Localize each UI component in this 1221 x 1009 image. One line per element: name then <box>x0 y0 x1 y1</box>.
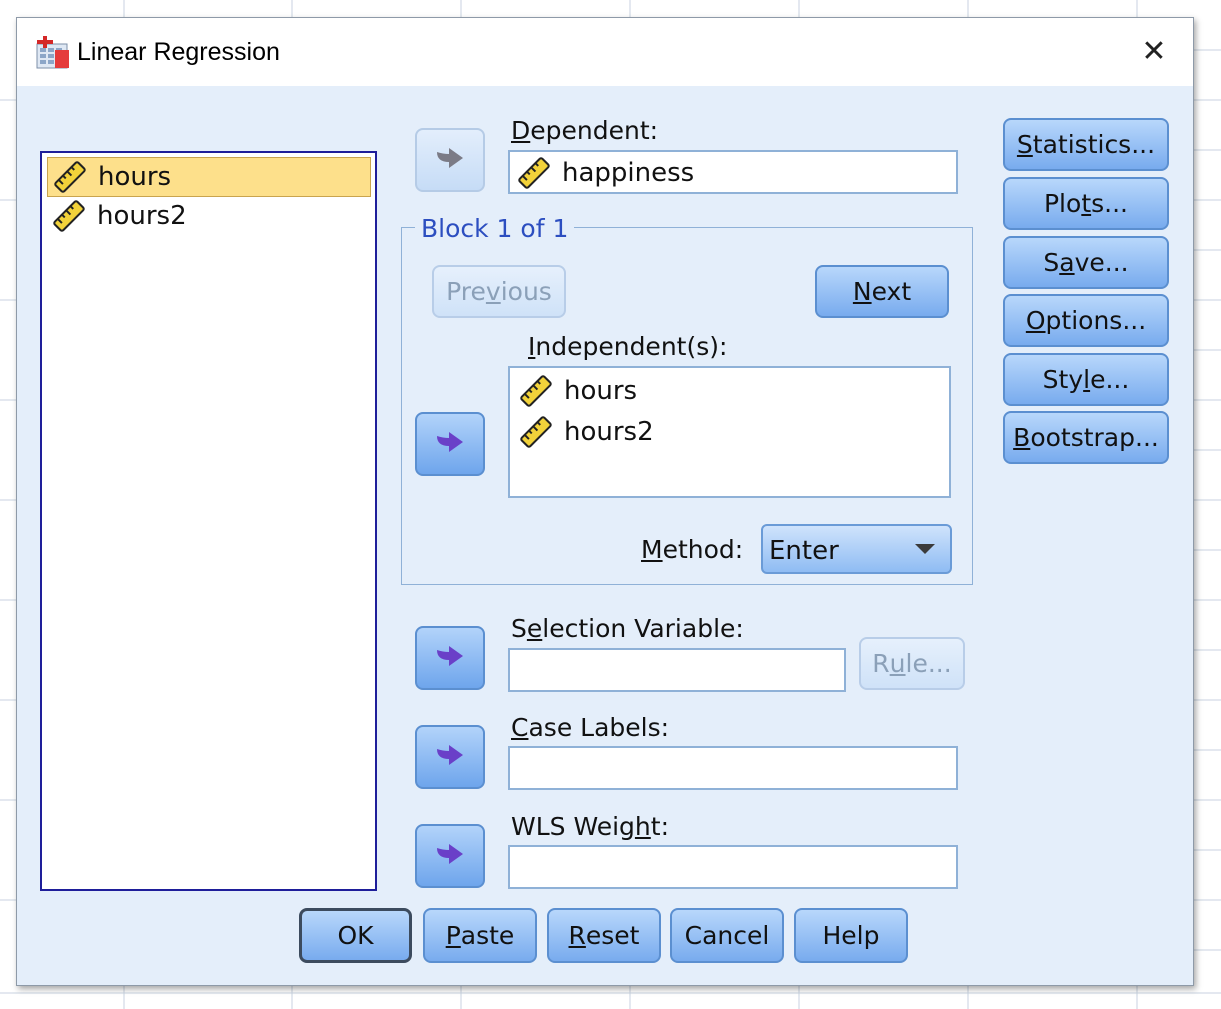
case-labels-label: Case Labels: <box>511 713 670 742</box>
list-item-label: hours2 <box>97 201 187 231</box>
title-bar[interactable]: Linear Regression ✕ <box>17 18 1193 86</box>
save-button[interactable]: Sa ve... <box>1003 236 1169 289</box>
move-to-selection-variable-button[interactable] <box>415 626 485 690</box>
method-label: Method: <box>641 535 744 564</box>
selection-variable-label: Selection Variable: <box>511 614 744 643</box>
method-value: Enter <box>769 536 839 566</box>
help-button[interactable]: Help <box>794 908 908 963</box>
dependent-field[interactable]: happiness <box>508 150 958 194</box>
ruler-scale-icon <box>520 375 552 407</box>
list-item-label: hours2 <box>564 417 654 447</box>
arrow-right-icon <box>437 745 463 765</box>
chevron-down-icon <box>915 544 935 554</box>
wls-weight-label: WLS Weight: <box>511 812 670 841</box>
arrow-right-icon <box>437 432 463 452</box>
dependent-label: Dependent: <box>511 116 659 145</box>
dependent-variable: happiness <box>516 154 694 192</box>
list-item[interactable]: hours <box>47 157 371 197</box>
cancel-button[interactable]: Cancel <box>670 908 784 963</box>
plots-button[interactable]: Plo t s... <box>1003 177 1169 230</box>
reset-button[interactable]: Reset <box>547 908 661 963</box>
arrow-right-icon <box>437 844 463 864</box>
next-button[interactable]: Next <box>815 265 949 318</box>
block-legend: Block 1 of 1 <box>415 214 575 243</box>
case-labels-field[interactable] <box>508 746 958 790</box>
statistics-button[interactable]: Statistics... <box>1003 118 1169 171</box>
dialog-title: Linear Regression <box>77 38 280 66</box>
ok-button[interactable]: OK <box>299 908 412 963</box>
close-button[interactable]: ✕ <box>1135 36 1173 68</box>
move-to-dependent-button[interactable] <box>415 128 485 192</box>
list-item[interactable]: hours2 <box>518 413 654 451</box>
selection-variable-field[interactable] <box>508 648 846 692</box>
independents-list[interactable]: hours hours2 <box>508 366 951 498</box>
move-to-case-labels-button[interactable] <box>415 725 485 789</box>
arrow-right-icon <box>437 646 463 666</box>
list-item-label: hours <box>564 376 638 406</box>
previous-button[interactable]: Pre v ious <box>432 265 566 318</box>
wls-weight-field[interactable] <box>508 845 958 889</box>
arrow-right-icon <box>437 148 463 168</box>
ruler-scale-icon <box>54 161 86 193</box>
list-item-label: hours <box>98 162 172 192</box>
source-variable-list[interactable]: hours hours2 <box>40 151 377 891</box>
independents-label: Independent(s): <box>528 332 728 361</box>
list-item[interactable]: hours <box>518 372 637 410</box>
list-item[interactable]: hours2 <box>47 197 369 235</box>
method-dropdown[interactable]: Enter <box>761 524 952 574</box>
bootstrap-button[interactable]: Bootstrap... <box>1003 411 1169 464</box>
style-button[interactable]: Sty l e... <box>1003 353 1169 406</box>
move-to-independents-button[interactable] <box>415 412 485 476</box>
ruler-scale-icon <box>518 157 550 189</box>
move-to-wls-weight-button[interactable] <box>415 824 485 888</box>
paste-button[interactable]: Paste <box>423 908 537 963</box>
linear-regression-dialog: Linear Regression ✕ hours hours2 Depende… <box>16 17 1194 986</box>
ruler-scale-icon <box>520 416 552 448</box>
rule-button[interactable]: Ru le... <box>859 637 965 690</box>
regression-app-icon <box>36 36 69 69</box>
options-button[interactable]: Options... <box>1003 294 1169 347</box>
ruler-scale-icon <box>53 200 85 232</box>
dependent-value: happiness <box>562 158 695 188</box>
